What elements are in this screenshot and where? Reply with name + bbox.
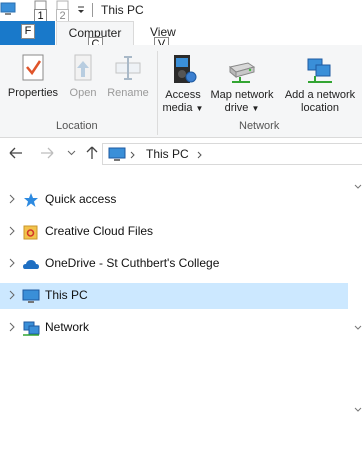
keytip-file: F: [21, 24, 35, 39]
add-network-location-label-line2: location: [301, 102, 339, 114]
up-arrow-icon[interactable]: [86, 146, 98, 160]
nav-item-onedrive[interactable]: OneDrive - St Cuthbert's College: [0, 251, 348, 277]
rename-button[interactable]: Rename: [104, 53, 152, 100]
nav-item-quick-access[interactable]: Quick access: [0, 187, 348, 213]
add-network-location-icon: [307, 58, 332, 83]
map-network-drive-label-line1: Map network: [210, 89, 274, 101]
group-collapse-chevron-icon[interactable]: [354, 184, 362, 190]
window-pc-icon: [0, 2, 16, 15]
group-collapse-chevron-icon[interactable]: [354, 407, 362, 413]
creative-cloud-folder-icon: [23, 225, 38, 240]
address-bar[interactable]: This PC: [102, 143, 362, 165]
nav-item-creative-cloud-files[interactable]: Creative Cloud Files: [0, 219, 348, 245]
access-media-label-line2: media ▼: [162, 102, 204, 114]
file-tab[interactable]: F: [0, 21, 55, 45]
expand-chevron-icon[interactable]: [6, 193, 18, 205]
access-media-button[interactable]: Access media ▼: [160, 53, 206, 115]
chevron-down-icon: ▼: [251, 104, 260, 113]
title-divider: [92, 3, 93, 17]
expand-chevron-icon[interactable]: [6, 225, 18, 237]
network-icon: [23, 321, 40, 336]
recent-locations-chevron-icon[interactable]: [67, 150, 76, 156]
nav-item-label: OneDrive - St Cuthbert's College: [45, 256, 220, 270]
expand-chevron-icon[interactable]: [6, 321, 18, 333]
star-icon: [24, 193, 38, 207]
window-title: This PC: [101, 3, 144, 17]
access-media-label-line1: Access: [165, 89, 201, 101]
nav-item-label: This PC: [45, 288, 88, 302]
expand-chevron-icon[interactable]: [6, 257, 18, 269]
breadcrumb-chevron-icon[interactable]: [197, 151, 203, 159]
open-button[interactable]: Open: [64, 53, 102, 100]
content-pane-edge: [348, 170, 362, 459]
group-separator: [157, 51, 158, 135]
expand-chevron-icon[interactable]: [6, 289, 18, 301]
location-group-label: Location: [56, 120, 98, 132]
map-network-drive-button[interactable]: Map network drive ▼: [206, 53, 278, 115]
this-pc-icon: [22, 289, 40, 303]
rename-label: Rename: [107, 87, 149, 99]
access-media-icon: [174, 55, 197, 83]
add-network-location-label-line1: Add a network: [284, 89, 356, 101]
customize-qat-dropdown-icon[interactable]: [76, 5, 86, 15]
map-network-drive-label-line2: drive ▼: [224, 102, 260, 114]
rename-icon: [115, 56, 141, 80]
properties-icon: [22, 54, 44, 81]
nav-item-label: Creative Cloud Files: [45, 224, 154, 238]
nav-item-label: Network: [45, 320, 90, 334]
ribbon-panel: Properties Open Rename Location Access m…: [0, 45, 362, 138]
breadcrumb-chevron-icon[interactable]: [130, 151, 136, 159]
open-icon: [74, 54, 92, 81]
chevron-down-icon: ▼: [195, 104, 204, 113]
properties-button[interactable]: Properties: [4, 53, 62, 100]
add-network-location-button[interactable]: Add a network location: [280, 53, 360, 115]
title-bar: 1 2 This PC: [0, 0, 362, 24]
nav-item-label: Quick access: [45, 192, 117, 206]
nav-item-network[interactable]: Network: [0, 315, 348, 341]
open-label: Open: [69, 87, 97, 99]
forward-arrow-icon[interactable]: [40, 147, 54, 159]
onedrive-cloud-icon: [23, 260, 39, 269]
map-network-drive-icon: [228, 62, 256, 83]
properties-label: Properties: [7, 87, 59, 99]
this-pc-icon: [108, 147, 126, 161]
group-collapse-chevron-icon[interactable]: [354, 325, 362, 331]
back-arrow-icon[interactable]: [9, 147, 23, 159]
breadcrumb-this-pc[interactable]: This PC: [146, 147, 189, 161]
network-group-label: Network: [239, 120, 280, 132]
nav-item-this-pc[interactable]: This PC: [0, 283, 348, 309]
